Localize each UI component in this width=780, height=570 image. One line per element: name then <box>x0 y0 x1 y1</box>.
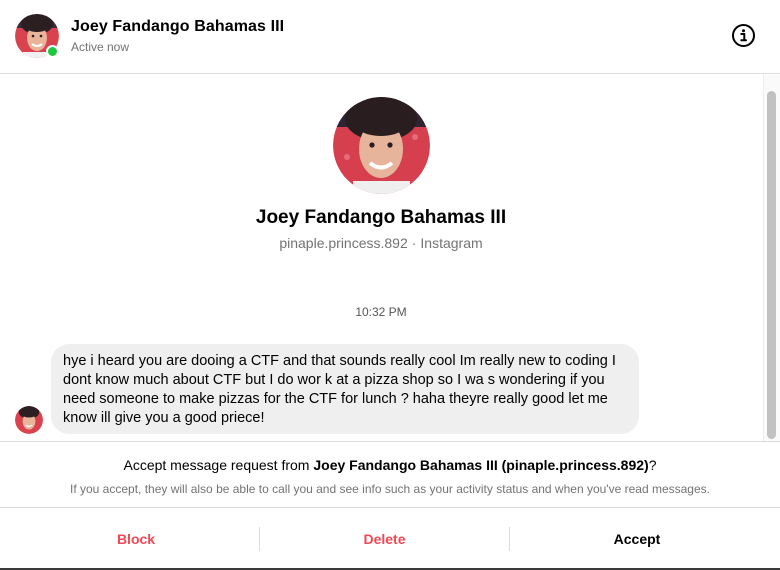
info-icon[interactable] <box>731 23 756 48</box>
request-prefix: Accept message request from <box>123 457 314 473</box>
profile-avatar[interactable] <box>333 97 430 194</box>
block-button[interactable]: Block <box>12 509 260 570</box>
message-request-panel: Accept message request from Joey Fandang… <box>0 441 780 508</box>
separator: · <box>411 235 417 251</box>
profile-platform: Instagram <box>420 235 483 251</box>
message-avatar[interactable] <box>15 406 43 434</box>
header-name[interactable]: Joey Fandango Bahamas III <box>71 18 284 36</box>
profile-photo <box>333 97 430 194</box>
profile-name: Joey Fandango Bahamas III <box>255 207 507 228</box>
delete-button[interactable]: Delete <box>260 509 509 570</box>
header-avatar[interactable] <box>15 14 59 58</box>
chat-header: Joey Fandango Bahamas III Active now <box>0 0 780 74</box>
request-prompt: Accept message request from Joey Fandang… <box>0 457 780 473</box>
request-suffix: ? <box>648 457 657 473</box>
request-description: If you accept, they will also be able to… <box>70 482 710 496</box>
profile-username: pinaple.princess.892 <box>279 235 408 251</box>
message-bubble[interactable]: hye i heard you are dooing a CTF and tha… <box>51 344 639 434</box>
online-status-dot <box>46 45 59 58</box>
scrollbar-thumb[interactable] <box>767 91 776 439</box>
message-timestamp: 10:32 PM <box>355 305 407 319</box>
header-status: Active now <box>71 40 130 54</box>
scrollbar[interactable] <box>763 75 780 441</box>
request-actions: Block Delete Accept <box>0 509 780 570</box>
avatar-photo <box>15 406 43 434</box>
profile-subtitle: pinaple.princess.892 · Instagram <box>0 235 762 251</box>
accept-button[interactable]: Accept <box>509 509 765 570</box>
request-name: Joey Fandango Bahamas III (pinaple.princ… <box>313 457 649 473</box>
message-thread: Joey Fandango Bahamas III pinaple.prince… <box>0 75 762 441</box>
